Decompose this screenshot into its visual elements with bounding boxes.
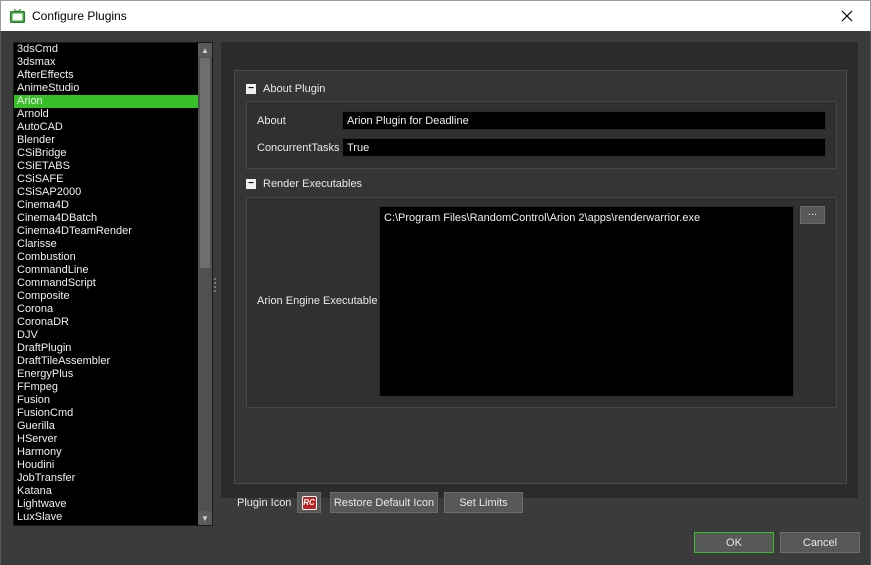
- list-item[interactable]: LuxSlave: [14, 511, 198, 524]
- scroll-thumb[interactable]: [200, 58, 210, 268]
- settings-panel: − About Plugin About Arion Plugin for De…: [234, 70, 847, 484]
- list-item[interactable]: Lightwave: [14, 498, 198, 511]
- list-item[interactable]: AnimeStudio: [14, 82, 198, 95]
- about-plugin-header[interactable]: − About Plugin: [246, 81, 325, 97]
- list-item[interactable]: CSiETABS: [14, 160, 198, 173]
- arion-engine-executable-label: Arion Engine Executable: [257, 295, 378, 307]
- about-field[interactable]: Arion Plugin for Deadline: [342, 111, 826, 130]
- scroll-up-button[interactable]: ▲: [198, 43, 212, 57]
- render-executables-group: Arion Engine Executable C:\Program Files…: [246, 197, 837, 408]
- plugin-list[interactable]: 3dsCmd 3dsmax AfterEffects AnimeStudio Arion…: [13, 42, 213, 526]
- about-label: About: [257, 115, 286, 127]
- list-item[interactable]: 3dsCmd: [14, 43, 198, 56]
- plugin-settings-area: − About Plugin About Arion Plugin for De…: [221, 42, 858, 498]
- arion-engine-executable-field[interactable]: C:\Program Files\RandomControl\Arion 2\a…: [379, 206, 794, 397]
- list-item[interactable]: Fusion: [14, 394, 198, 407]
- list-item[interactable]: CSiSAFE: [14, 173, 198, 186]
- list-item[interactable]: Cinema4DTeamRender: [14, 225, 198, 238]
- plugin-icon-button[interactable]: RC: [297, 492, 321, 513]
- set-limits-button[interactable]: Set Limits: [444, 492, 523, 513]
- list-item[interactable]: CommandLine: [14, 264, 198, 277]
- list-item[interactable]: Arion: [14, 95, 198, 108]
- title-bar: Configure Plugins: [0, 0, 871, 31]
- list-item[interactable]: CommandScript: [14, 277, 198, 290]
- list-item[interactable]: Corona: [14, 303, 198, 316]
- window-title: Configure Plugins: [32, 9, 127, 23]
- render-executables-header[interactable]: − Render Executables: [246, 176, 362, 192]
- list-item[interactable]: DraftTileAssembler: [14, 355, 198, 368]
- rc-logo-icon: RC: [301, 495, 317, 510]
- list-item[interactable]: HServer: [14, 433, 198, 446]
- list-item[interactable]: CSiSAP2000: [14, 186, 198, 199]
- list-item[interactable]: FusionCmd: [14, 407, 198, 420]
- render-executables-title: Render Executables: [263, 178, 363, 190]
- tv-icon: [10, 9, 25, 23]
- restore-default-icon-button[interactable]: Restore Default Icon: [330, 492, 438, 513]
- cancel-button[interactable]: Cancel: [780, 532, 860, 553]
- list-item[interactable]: CSiBridge: [14, 147, 198, 160]
- close-button[interactable]: [824, 1, 870, 31]
- list-item[interactable]: CoronaDR: [14, 316, 198, 329]
- arrow-up-icon: ▲: [201, 45, 209, 55]
- list-item[interactable]: Composite: [14, 290, 198, 303]
- list-item[interactable]: Harmony: [14, 446, 198, 459]
- ok-button[interactable]: OK: [694, 532, 774, 553]
- plugin-list-scrollbar[interactable]: ▲ ▼: [198, 43, 212, 525]
- list-item[interactable]: Guerilla: [14, 420, 198, 433]
- list-item[interactable]: 3dsmax: [14, 56, 198, 69]
- scroll-down-button[interactable]: ▼: [198, 511, 212, 525]
- browse-button[interactable]: ...: [800, 206, 825, 224]
- about-plugin-group: About Arion Plugin for Deadline Concurre…: [246, 101, 837, 169]
- list-item[interactable]: Arnold: [14, 108, 198, 121]
- plugin-icon-label: Plugin Icon: [237, 497, 292, 509]
- list-item[interactable]: DJV: [14, 329, 198, 342]
- list-item[interactable]: Katana: [14, 485, 198, 498]
- list-item[interactable]: Houdini: [14, 459, 198, 472]
- splitter-handle[interactable]: [214, 276, 217, 296]
- list-item[interactable]: EnergyPlus: [14, 368, 198, 381]
- list-item[interactable]: Combustion: [14, 251, 198, 264]
- list-item[interactable]: Blender: [14, 134, 198, 147]
- list-item[interactable]: DraftPlugin: [14, 342, 198, 355]
- concurrent-tasks-field[interactable]: True: [342, 138, 826, 157]
- list-item[interactable]: Cinema4D: [14, 199, 198, 212]
- list-item[interactable]: Clarisse: [14, 238, 198, 251]
- list-item[interactable]: JobTransfer: [14, 472, 198, 485]
- list-item[interactable]: AfterEffects: [14, 69, 198, 82]
- dialog-body: 3dsCmd 3dsmax AfterEffects AnimeStudio Arion…: [0, 31, 871, 565]
- concurrent-tasks-label: ConcurrentTasks: [257, 142, 340, 154]
- arrow-down-icon: ▼: [201, 513, 209, 523]
- list-item[interactable]: FFmpeg: [14, 381, 198, 394]
- about-plugin-title: About Plugin: [263, 83, 326, 95]
- list-item[interactable]: Cinema4DBatch: [14, 212, 198, 225]
- collapse-icon[interactable]: −: [246, 179, 256, 189]
- list-item[interactable]: AutoCAD: [14, 121, 198, 134]
- plugin-list-items: 3dsCmd 3dsmax AfterEffects AnimeStudio Arion…: [14, 43, 198, 525]
- collapse-icon[interactable]: −: [246, 84, 256, 94]
- close-icon: [841, 10, 853, 22]
